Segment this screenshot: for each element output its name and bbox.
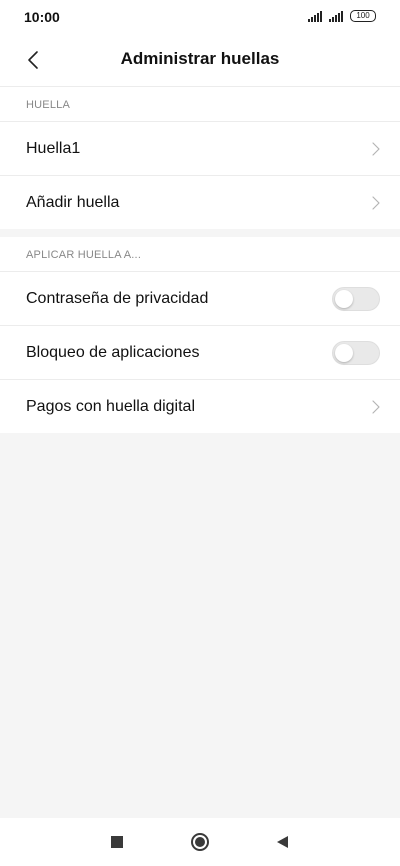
triangle-back-icon[interactable] [276,835,290,849]
section-header-fingerprints: HUELLA [0,87,400,122]
status-icons: 100 [308,10,376,22]
row-label: Añadir huella [26,193,120,211]
back-triangle-icon [277,836,288,848]
square-recents-icon[interactable] [111,836,123,848]
toggle-knob [335,343,353,362]
battery-icon: 100 [350,10,376,22]
toggle-knob [335,289,353,308]
fingerprint-item-huella1[interactable]: Huella1 [0,122,400,175]
chevron-right-icon [372,399,380,414]
battery-level: 100 [356,11,370,20]
section-header-apply: APLICAR HUELLA A... [0,237,400,272]
page-header: Administrar huellas [0,34,400,87]
chevron-right-icon [372,141,380,156]
fingerprint-section: HUELLA Huella1 Añadir huella [0,87,400,229]
fingerprint-payments-item[interactable]: Pagos con huella digital [0,379,400,433]
signal-icon [308,11,322,22]
home-dot [195,837,205,847]
navigation-bar [0,818,400,866]
chevron-right-icon [372,195,380,210]
app-lock-toggle[interactable] [332,340,380,365]
privacy-password-toggle[interactable] [332,286,380,311]
privacy-password-item[interactable]: Contraseña de privacidad [0,272,400,325]
app-lock-item[interactable]: Bloqueo de aplicaciones [0,325,400,379]
page-title: Administrar huellas [120,49,280,68]
apply-fingerprint-section: APLICAR HUELLA A... Contraseña de privac… [0,237,400,433]
circle-home-icon[interactable] [191,833,209,851]
add-fingerprint-item[interactable]: Añadir huella [0,175,400,229]
row-label: Pagos con huella digital [26,397,196,415]
row-label: Huella1 [26,139,81,157]
signal-icon [329,11,343,22]
status-time: 10:00 [24,9,60,25]
status-bar: 10:00 100 [0,0,400,34]
